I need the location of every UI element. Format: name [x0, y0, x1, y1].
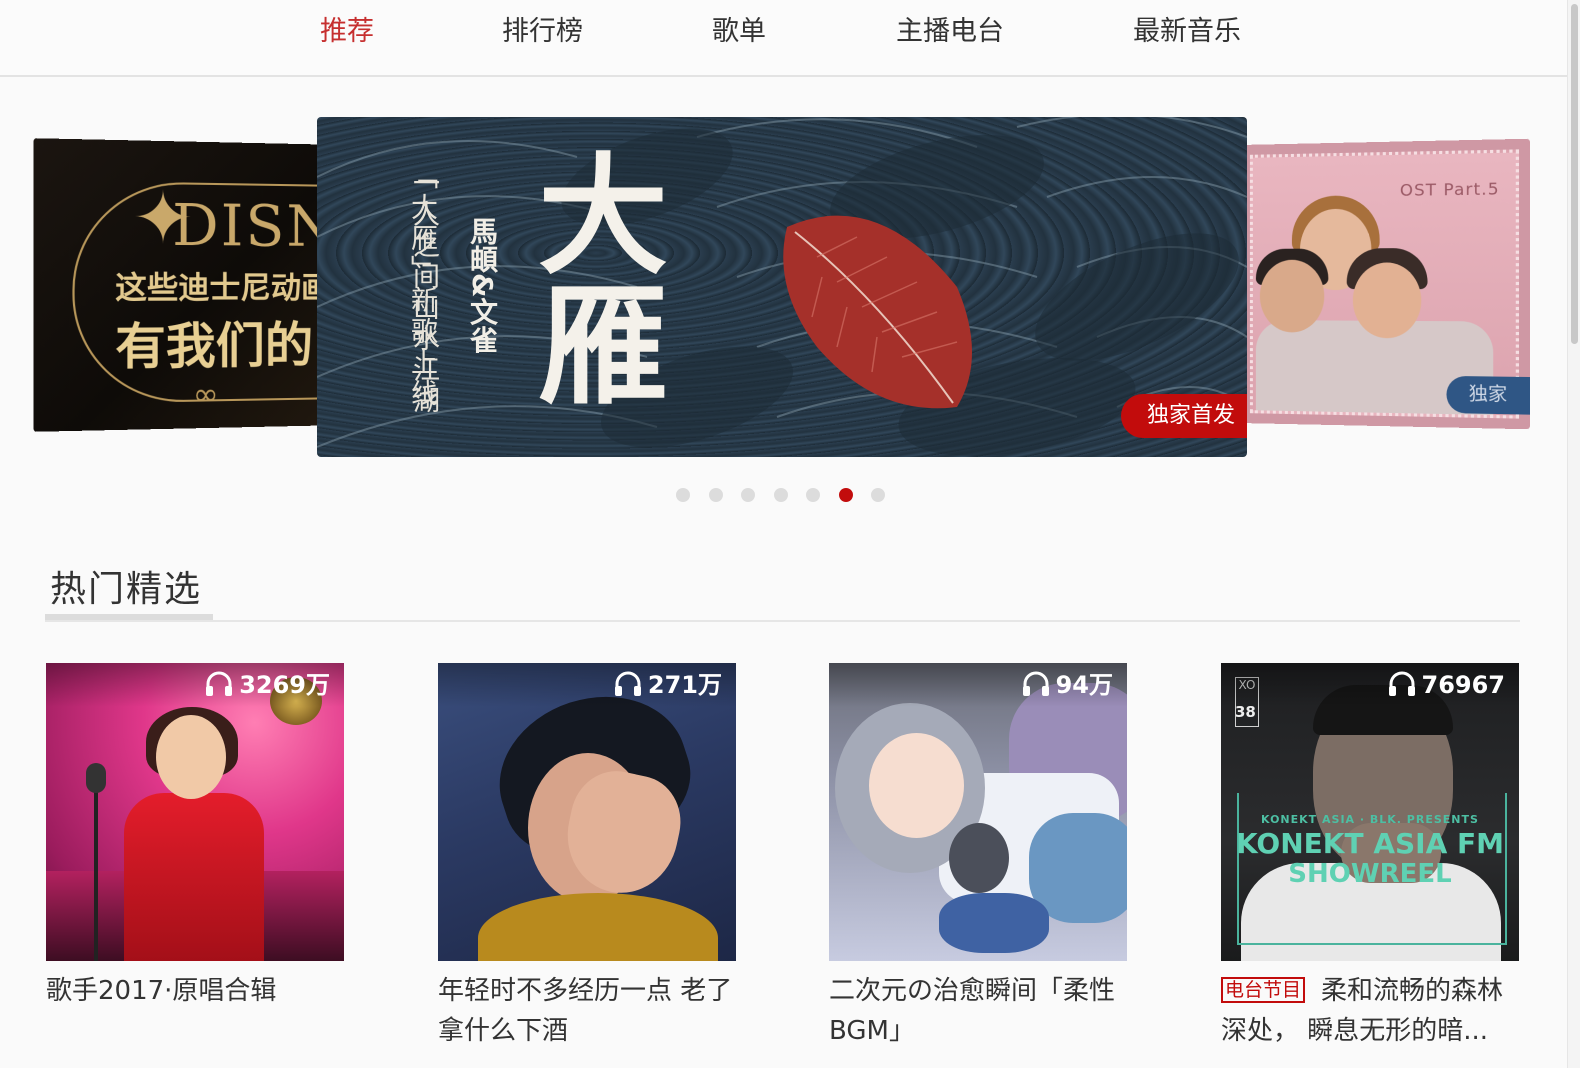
singer-dress: [124, 793, 264, 961]
carousel-dot[interactable]: [741, 488, 755, 502]
carousel-dot[interactable]: [773, 488, 788, 502]
play-count-value: 3269万: [239, 671, 330, 699]
playlist-cover[interactable]: KONEKT ASIA · BLK. PRESENTS KONEKT ASIA …: [1221, 663, 1519, 961]
banner-slide-current[interactable]: 一人之间山水江湖 「大雁」新歌上线 馬頔&文雀 大雁 独家首发: [317, 117, 1247, 457]
playlist-title-text: 二次元の治愈瞬间「柔性BGM」: [829, 976, 1116, 1046]
headphones-icon: [1388, 671, 1415, 696]
tab-playlists[interactable]: 歌单: [712, 12, 766, 52]
playlist-title-text: 年轻时不多经历一点 老了拿什么下酒: [438, 976, 733, 1046]
banner-slide-next[interactable]: OST Part.5 独家: [1240, 138, 1530, 430]
banner-caption-line2: 有我们的: [115, 317, 314, 377]
plush-toy: [939, 893, 1049, 953]
carousel-dot[interactable]: [871, 488, 885, 502]
girl-face: [869, 733, 964, 838]
section-title: 热门精选: [50, 569, 203, 610]
playlist-cover[interactable]: 94万: [829, 663, 1127, 961]
plush-toy: [949, 823, 1009, 893]
banner-carousel: ✦ DISNE 这些迪士尼动画 有我们的 ∞ OST Part.5 独家 一人之…: [0, 100, 1568, 520]
carousel-dot[interactable]: [838, 488, 853, 502]
microphone-icon: [86, 763, 106, 793]
play-count: 94万: [1022, 669, 1113, 701]
mic-stand: [94, 771, 98, 961]
banner-vertical-text: 「大雁」新歌上线: [406, 162, 437, 410]
person-face: [1259, 259, 1325, 333]
playlist-title[interactable]: 歌手2017·原唱合辑: [46, 971, 346, 1051]
play-count: 271万: [614, 669, 722, 701]
exclusive-premiere-badge: 独家首发: [1120, 394, 1247, 438]
playlist-title[interactable]: 年轻时不多经历一点 老了拿什么下酒: [438, 971, 738, 1051]
exclusive-badge: 独家: [1446, 375, 1530, 415]
banner-title: 大雁: [516, 147, 669, 407]
playlist-title[interactable]: 电台节目 柔和流畅的森林深处， 瞬息无形的暗...: [1221, 971, 1521, 1051]
tab-radio[interactable]: 主播电台: [896, 12, 1004, 52]
play-count: 3269万: [205, 669, 330, 701]
cover-presents: KONEKT ASIA · BLK. PRESENTS: [1261, 813, 1479, 826]
cover-brand: KONEKT ASIA FM: [1235, 827, 1504, 860]
feather-pattern: [317, 117, 1247, 456]
headphones-icon: [1022, 671, 1049, 696]
swirl-ornament-icon: ∞: [192, 376, 219, 413]
person-shirt: [478, 893, 718, 961]
playlist-cover[interactable]: 3269万: [46, 663, 344, 961]
playlist-title[interactable]: 二次元の治愈瞬间「柔性BGM」: [829, 971, 1129, 1051]
headphones-icon: [614, 671, 641, 696]
playlist-title-text: 歌手2017·原唱合辑: [46, 976, 277, 1006]
tab-recommend[interactable]: 推荐: [320, 12, 374, 52]
carousel-dot[interactable]: [708, 488, 723, 502]
play-count: 76967: [1388, 669, 1506, 701]
carousel-dot[interactable]: [676, 488, 690, 502]
banner-slide-previous[interactable]: ✦ DISNE 这些迪士尼动画 有我们的 ∞: [33, 138, 345, 432]
banner-caption-line1: 这些迪士尼动画: [115, 270, 332, 307]
playlist-card[interactable]: KONEKT ASIA · BLK. PRESENTS KONEKT ASIA …: [1221, 663, 1519, 1051]
radio-program-tag: 电台节目: [1221, 977, 1306, 1003]
person-face: [1352, 262, 1422, 339]
carousel-dot[interactable]: [806, 488, 820, 502]
section-divider: [45, 620, 1520, 622]
playlist-card[interactable]: 271万 年轻时不多经历一点 老了拿什么下酒: [438, 663, 736, 1051]
banner-ost-label: OST Part.5: [1399, 178, 1500, 200]
play-count-value: 271万: [647, 671, 722, 699]
playlist-card[interactable]: 3269万 歌手2017·原唱合辑: [46, 663, 344, 1051]
playlist-cover[interactable]: 271万: [438, 663, 736, 961]
top-nav: 推荐 排行榜 歌单 主播电台 最新音乐: [0, 0, 1568, 77]
banner-artists: 馬頔&文雀: [466, 217, 499, 354]
cover-subtitle: SHOWREEL: [1288, 859, 1452, 889]
red-feather-icon: [783, 215, 972, 409]
tab-new-music[interactable]: 最新音乐: [1133, 12, 1241, 52]
scrollbar-thumb[interactable]: [1571, 4, 1578, 344]
tab-charts[interactable]: 排行榜: [502, 12, 583, 52]
headphones-icon: [206, 671, 233, 696]
playlist-card[interactable]: 94万 二次元の治愈瞬间「柔性BGM」: [829, 663, 1127, 1051]
singer-face: [156, 715, 226, 799]
scrollbar[interactable]: [1567, 0, 1580, 1068]
play-count-value: 76967: [1421, 671, 1506, 699]
play-count-value: 94万: [1055, 671, 1113, 699]
